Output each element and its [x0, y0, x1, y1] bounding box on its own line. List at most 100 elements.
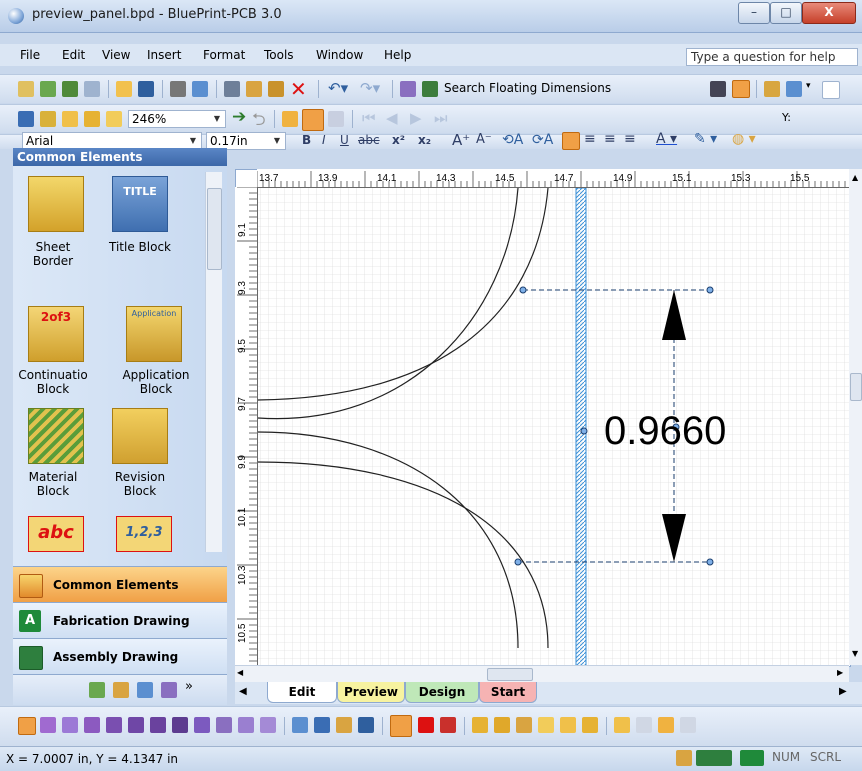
align-tool-1-icon[interactable] [614, 717, 630, 733]
align-tool-3-icon[interactable] [658, 717, 674, 733]
scroll-thumb[interactable] [207, 188, 222, 270]
tab-preview[interactable]: Preview [337, 682, 405, 703]
scroll-right-icon[interactable]: ▶ [837, 668, 843, 677]
footer-green-icon[interactable] [89, 682, 105, 698]
horizontal-scroll-thumb[interactable] [487, 668, 533, 681]
menu-format[interactable]: Format [203, 48, 245, 62]
cut-icon[interactable] [224, 81, 240, 97]
circle-tool-icon[interactable] [128, 717, 144, 733]
rectangle-tool-icon[interactable] [106, 717, 122, 733]
canvas-vertical-scrollbar[interactable]: ▲ ▼ [849, 169, 862, 665]
blank-icon[interactable] [822, 81, 840, 99]
zoom-page-icon[interactable] [62, 111, 78, 127]
menu-view[interactable]: View [102, 48, 130, 62]
superscript-button[interactable]: x² [392, 133, 405, 147]
tab-prev-icon[interactable]: ◀ [239, 686, 247, 697]
footer-chip-icon[interactable] [161, 682, 177, 698]
shrink-font-icon[interactable]: A⁻ [476, 132, 492, 147]
continuation-block-icon[interactable]: 2of3 [28, 306, 84, 362]
next-page-icon[interactable]: ▶ [410, 109, 422, 127]
polyline-tool-icon[interactable] [62, 717, 78, 733]
revision-block-icon[interactable] [112, 408, 168, 464]
ellipse-tool-icon[interactable] [150, 717, 166, 733]
subscript-button[interactable]: x₂ [418, 133, 431, 147]
italic-button[interactable]: I [322, 133, 326, 147]
angle-tool-icon[interactable] [194, 717, 210, 733]
open-folder-icon[interactable] [116, 81, 132, 97]
spellcheck-icon[interactable] [192, 81, 208, 97]
dim-tool-1-icon[interactable] [472, 717, 488, 733]
handle-top-right[interactable] [706, 286, 714, 294]
pcb-icon[interactable] [696, 750, 732, 766]
dim-tool-4-icon[interactable] [538, 717, 554, 733]
color-tool-icon[interactable] [336, 717, 352, 733]
text-abc-icon[interactable]: abc [28, 516, 84, 552]
line-color-icon[interactable]: ✎ ▾ [694, 131, 717, 147]
person-tool-icon[interactable] [358, 717, 374, 733]
last-page-icon[interactable]: ⏭ [434, 109, 448, 127]
delete-icon[interactable]: ✕ [290, 77, 307, 101]
nav-fabrication-drawing[interactable]: A Fabrication Drawing [13, 602, 227, 638]
flip-text-icon[interactable]: ⟳A [532, 132, 553, 148]
scroll-left-icon[interactable]: ◀ [237, 668, 243, 677]
material-block-icon[interactable] [28, 408, 84, 464]
print-icon[interactable] [170, 81, 186, 97]
sheet-border-icon[interactable] [28, 176, 84, 232]
align-right-icon[interactable]: ≡ [604, 131, 616, 147]
dimension-line-tool-icon[interactable] [390, 715, 412, 737]
dim-tool-3-icon[interactable] [516, 717, 532, 733]
two-page-icon[interactable] [302, 109, 324, 131]
prev-page-icon[interactable]: ◀ [386, 109, 398, 127]
nav-assembly-drawing[interactable]: Assembly Drawing [13, 638, 227, 674]
canvas-horizontal-scrollbar[interactable]: ◀ ▶ [235, 665, 849, 683]
grow-font-icon[interactable]: A⁺ [452, 131, 470, 149]
zoom-height-icon[interactable] [106, 111, 122, 127]
search-floating-dimensions-button[interactable]: Search Floating Dimensions [444, 81, 611, 95]
menu-window[interactable]: Window [316, 48, 363, 62]
menu-insert[interactable]: Insert [147, 48, 181, 62]
vertical-dimension-icon[interactable] [418, 717, 434, 733]
pointer-tool-icon[interactable] [292, 717, 308, 733]
vertical-scroll-thumb[interactable] [850, 373, 862, 401]
dim-tool-6-icon[interactable] [582, 717, 598, 733]
align-tool-4-icon[interactable] [680, 717, 696, 733]
arc-tool-icon[interactable] [84, 717, 100, 733]
grid-tool-icon[interactable] [172, 717, 188, 733]
rotate-tool-icon[interactable] [314, 717, 330, 733]
search-dimensions-icon[interactable] [422, 81, 438, 97]
single-page-icon[interactable] [282, 111, 298, 127]
menu-file[interactable]: File [20, 48, 40, 62]
line-tool-icon[interactable] [40, 717, 56, 733]
paste-icon[interactable] [268, 81, 284, 97]
drawing-canvas[interactable]: 0.9660 [235, 169, 851, 667]
handle-top-left[interactable] [519, 286, 527, 294]
multi-page-icon[interactable] [328, 111, 344, 127]
edit-pen-icon[interactable] [400, 81, 416, 97]
zoom-width-icon[interactable] [84, 111, 100, 127]
align-tool-2-icon[interactable] [636, 717, 652, 733]
menu-help[interactable]: Help [384, 48, 411, 62]
zoom-fit-icon[interactable] [40, 111, 56, 127]
handle-middle[interactable] [580, 427, 588, 435]
help-search-input[interactable]: Type a question for help [686, 48, 858, 66]
minimize-button[interactable]: – [738, 2, 770, 24]
handle-bottom-right[interactable] [706, 558, 714, 566]
tab-next-icon[interactable]: ▶ [839, 686, 847, 697]
copy-icon[interactable] [246, 81, 262, 97]
arrow-tool-icon[interactable] [216, 717, 232, 733]
first-page-icon[interactable]: ⏮ [362, 109, 376, 127]
scroll-down-icon[interactable]: ▼ [852, 649, 858, 658]
tab-edit[interactable]: Edit [267, 682, 337, 703]
maximize-button[interactable]: □ [770, 2, 802, 24]
dim-tool-5-icon[interactable] [560, 717, 576, 733]
zoom-icon[interactable] [18, 111, 34, 127]
redo-icon[interactable]: ↷▾ [360, 79, 380, 97]
new-icon[interactable] [18, 81, 34, 97]
dimension-tool-icon[interactable] [732, 80, 750, 98]
dim-tool-2-icon[interactable] [494, 717, 510, 733]
snap-icon[interactable] [676, 750, 692, 766]
balloon-tool-icon[interactable] [260, 717, 276, 733]
justify-icon[interactable]: ≡ [624, 131, 636, 147]
zoom-select[interactable]: 246% ▼ [128, 110, 226, 128]
numbering-icon[interactable]: 1,2,3 [116, 516, 172, 552]
